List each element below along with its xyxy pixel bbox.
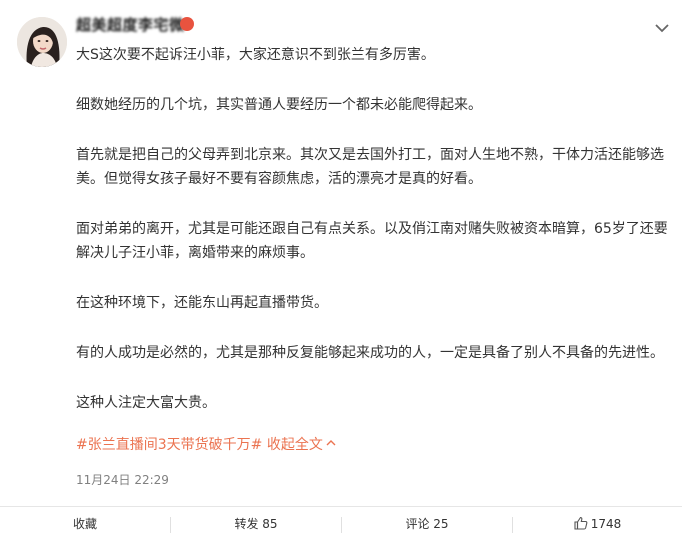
thumbs-up-icon (574, 516, 588, 530)
chevron-down-icon (655, 24, 669, 33)
repost-label: 转发 85 (234, 517, 278, 531)
post-paragraph: 首先就是把自己的父母弄到北京来。其次又是去国外打工，面对人生地不熟，干体力活还能… (76, 147, 664, 187)
more-options-button[interactable] (654, 19, 670, 33)
collapse-label: 收起全文 (266, 437, 323, 453)
favorite-label: 收藏 (72, 517, 97, 531)
repost-button[interactable]: 转发 85 (171, 507, 341, 541)
avatar-image (17, 17, 67, 67)
weibo-post: 超美超度李宅微 大S这次要不起诉汪小菲，大家还意识不到张兰有多厉害。 细数她经历… (0, 0, 682, 541)
post-paragraph: 在这种环境下，还能东山再起直播带货。 (76, 295, 328, 311)
avatar[interactable] (17, 17, 67, 67)
post-timestamp[interactable]: 11月24日 22:29 (76, 472, 169, 488)
post-paragraph: 面对弟弟的离开，尤其是可能还跟自己有点关系。以及俏江南对赌失败被资本暗算，65岁… (76, 221, 668, 261)
post-paragraph: 有的人成功是必然的，尤其是那种反复能够起来成功的人，一定是具备了别人不具备的先进… (76, 345, 664, 361)
post-paragraph: 这种人注定大富大贵。 (76, 395, 216, 411)
favorite-button[interactable]: 收藏 (0, 507, 170, 541)
comment-label: 评论 25 (405, 517, 449, 531)
hashtag-link[interactable]: #张兰直播间3天带货破千万# (76, 437, 262, 453)
action-bar: 收藏 转发 85 评论 25 1748 (0, 507, 682, 541)
post-paragraph: 大S这次要不起诉汪小菲，大家还意识不到张兰有多厉害。 (76, 47, 435, 63)
chevron-up-icon (326, 440, 336, 446)
like-count: 1748 (590, 517, 622, 531)
comment-button[interactable]: 评论 25 (342, 507, 512, 541)
like-button[interactable]: 1748 (513, 507, 682, 541)
post-content: 大S这次要不起诉汪小菲，大家还意识不到张兰有多厉害。 细数她经历的几个坑，其实普… (76, 43, 672, 457)
author-name[interactable]: 超美超度李宅微 (76, 14, 185, 36)
post-paragraph: 细数她经历的几个坑，其实普通人要经历一个都未必能爬得起来。 (76, 97, 482, 113)
member-badge-icon (180, 17, 194, 31)
collapse-text-button[interactable]: 收起全文 (267, 437, 337, 453)
post-tags-line: #张兰直播间3天带货破千万# 收起全文 (76, 433, 672, 457)
